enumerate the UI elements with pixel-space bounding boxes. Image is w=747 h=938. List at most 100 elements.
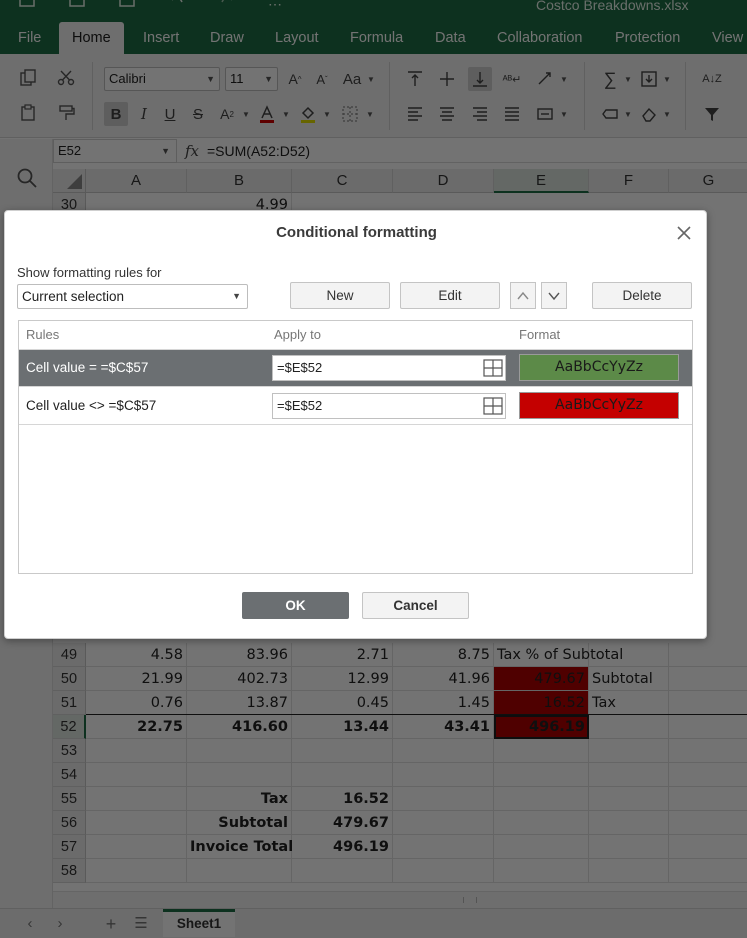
- cell-a56[interactable]: [86, 811, 187, 835]
- row-header[interactable]: 55: [53, 787, 86, 811]
- cell-a49[interactable]: 4.58: [86, 643, 187, 667]
- row-header[interactable]: 56: [53, 811, 86, 835]
- column-header-g[interactable]: G: [669, 169, 747, 193]
- row-header[interactable]: 54: [53, 763, 86, 787]
- cell-a55[interactable]: [86, 787, 187, 811]
- cell-a50[interactable]: 21.99: [86, 667, 187, 691]
- chevron-left-icon[interactable]: ‹: [20, 914, 40, 934]
- cell-d49[interactable]: 8.75: [393, 643, 494, 667]
- font-size-select[interactable]: 11 ▼: [225, 67, 278, 91]
- cell-e50[interactable]: 479.67: [494, 667, 589, 691]
- cell-f55[interactable]: [589, 787, 669, 811]
- delete-rule-button[interactable]: Delete: [592, 282, 692, 309]
- cell-d56[interactable]: [393, 811, 494, 835]
- merge-icon[interactable]: [533, 102, 557, 126]
- cell-g51[interactable]: [669, 691, 747, 715]
- cell-g49[interactable]: [669, 643, 747, 667]
- undo-icon[interactable]: [168, 0, 190, 10]
- menu-formula[interactable]: Formula: [340, 22, 413, 54]
- menu-data[interactable]: Data: [425, 22, 476, 54]
- cell-f52[interactable]: [589, 715, 669, 739]
- move-down-button[interactable]: [541, 282, 567, 309]
- align-right-icon[interactable]: [468, 102, 492, 126]
- cell-g57[interactable]: [669, 835, 747, 859]
- redo-icon[interactable]: [218, 0, 240, 10]
- cell-d51[interactable]: 1.45: [393, 691, 494, 715]
- paste-icon[interactable]: [16, 101, 40, 125]
- cell-b49[interactable]: 83.96: [187, 643, 292, 667]
- column-header-f[interactable]: F: [589, 169, 669, 193]
- column-header-b[interactable]: B: [187, 169, 292, 193]
- cell-c56[interactable]: 479.67: [292, 811, 393, 835]
- new-rule-button[interactable]: New: [290, 282, 390, 309]
- cell-e52[interactable]: 496.19: [494, 715, 589, 739]
- cell-e55[interactable]: [494, 787, 589, 811]
- cell-f49[interactable]: [589, 643, 669, 667]
- ok-button[interactable]: OK: [242, 592, 349, 619]
- cell-a57[interactable]: [86, 835, 187, 859]
- row-header[interactable]: 50: [53, 667, 86, 691]
- menu-home[interactable]: Home: [59, 22, 124, 54]
- cell-c54[interactable]: [292, 763, 393, 787]
- align-bottom-icon[interactable]: [468, 67, 492, 91]
- cell-f56[interactable]: [589, 811, 669, 835]
- underline-icon[interactable]: U: [158, 102, 182, 126]
- increase-font-icon[interactable]: A ^: [283, 67, 307, 91]
- cell-f54[interactable]: [589, 763, 669, 787]
- cell-b57[interactable]: Invoice Total: [187, 835, 293, 859]
- cell-e57[interactable]: [494, 835, 589, 859]
- horizontal-scrollbar[interactable]: [53, 891, 747, 908]
- close-icon[interactable]: [674, 223, 694, 243]
- fill-icon[interactable]: [637, 67, 661, 91]
- cell-d50[interactable]: 41.96: [393, 667, 494, 691]
- sheet-tab-sheet1[interactable]: Sheet1: [163, 909, 235, 937]
- show-rules-select[interactable]: Current selection ▼: [17, 284, 248, 309]
- cell-b51[interactable]: 13.87: [187, 691, 292, 715]
- cell-a58[interactable]: [86, 859, 187, 883]
- italic-icon[interactable]: I: [132, 102, 156, 126]
- cell-b53[interactable]: [187, 739, 292, 763]
- orientation-icon[interactable]: [533, 67, 557, 91]
- cell-d54[interactable]: [393, 763, 494, 787]
- cell-b58[interactable]: [187, 859, 292, 883]
- cell-c53[interactable]: [292, 739, 393, 763]
- number-format-icon[interactable]: [598, 102, 622, 126]
- cell-c49[interactable]: 2.71: [292, 643, 393, 667]
- rule-row[interactable]: Cell value <> =$C$57 =$E$52 AaBbCcYyZz: [19, 388, 692, 425]
- cell-d52[interactable]: 43.41: [393, 715, 494, 739]
- cell-b52[interactable]: 416.60: [187, 715, 292, 739]
- menu-layout[interactable]: Layout: [265, 22, 329, 54]
- cell-b56[interactable]: Subtotal: [187, 811, 292, 835]
- strikethrough-icon[interactable]: S: [186, 102, 210, 126]
- cell-g58[interactable]: [669, 859, 747, 883]
- quick-print-icon[interactable]: [118, 0, 140, 10]
- cell-c50[interactable]: 12.99: [292, 667, 393, 691]
- justify-icon[interactable]: [500, 102, 524, 126]
- menu-draw[interactable]: Draw: [200, 22, 254, 54]
- sheet-list-icon[interactable]: ☰: [131, 914, 151, 934]
- align-top-icon[interactable]: [403, 67, 427, 91]
- cell-a54[interactable]: [86, 763, 187, 787]
- font-color-icon[interactable]: [255, 102, 279, 126]
- column-header-c[interactable]: C: [292, 169, 393, 193]
- align-left-icon[interactable]: [403, 102, 427, 126]
- cell-d57[interactable]: [393, 835, 494, 859]
- print-icon[interactable]: [68, 0, 90, 10]
- font-name-select[interactable]: Calibri ▼: [104, 67, 220, 91]
- cell-a51[interactable]: 0.76: [86, 691, 187, 715]
- apply-to-field[interactable]: =$E$52: [272, 393, 506, 419]
- cell-f57[interactable]: [589, 835, 669, 859]
- cell-c57[interactable]: 496.19: [292, 835, 393, 859]
- menu-file[interactable]: File: [8, 22, 51, 54]
- column-header-e[interactable]: E: [494, 169, 589, 193]
- cell-g50[interactable]: [669, 667, 747, 691]
- cell-c52[interactable]: 13.44: [292, 715, 393, 739]
- menu-collaboration[interactable]: Collaboration: [487, 22, 592, 54]
- bold-icon[interactable]: B: [104, 102, 128, 126]
- fx-icon[interactable]: fx: [181, 139, 203, 163]
- cell-f51[interactable]: Tax: [589, 691, 669, 715]
- row-header[interactable]: 57: [53, 835, 86, 859]
- align-center-icon[interactable]: [435, 102, 459, 126]
- apply-to-field[interactable]: =$E$52: [272, 355, 506, 381]
- cell-g54[interactable]: [669, 763, 747, 787]
